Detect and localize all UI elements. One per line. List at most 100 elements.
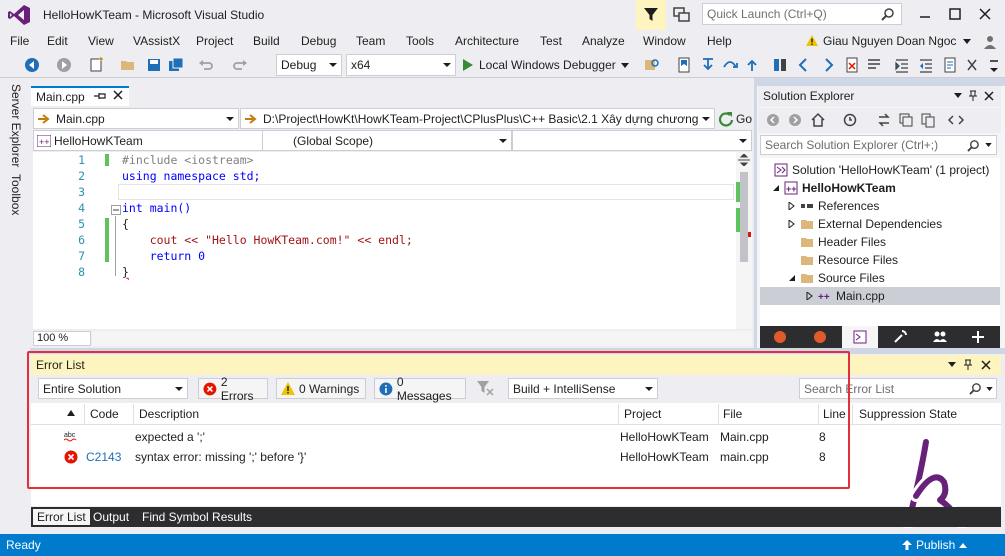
- menu-analyze[interactable]: Analyze: [582, 34, 625, 48]
- start-debugging-button[interactable]: Local Windows Debugger: [462, 56, 629, 74]
- expanded-arrow-icon[interactable]: [772, 184, 780, 192]
- tree-item-references[interactable]: References: [788, 199, 879, 213]
- step-over-icon[interactable]: [722, 57, 738, 73]
- menu-edit[interactable]: Edit: [47, 34, 68, 48]
- collapsed-arrow-icon[interactable]: [806, 292, 814, 300]
- navigate-back-icon[interactable]: [24, 57, 40, 73]
- step-into-icon[interactable]: [700, 57, 716, 73]
- tree-item-main-cpp[interactable]: ++ Main.cpp: [806, 289, 885, 303]
- solution-explorer-tab-active[interactable]: [842, 326, 878, 348]
- solution-platform-dropdown[interactable]: x64: [346, 54, 456, 76]
- path-navigation-dropdown[interactable]: D:\Project\HowKt\HowKTeam-Project\CPlusP…: [240, 108, 715, 129]
- tree-item-source-files[interactable]: Source Files: [788, 271, 885, 285]
- view-code-icon[interactable]: [948, 112, 964, 128]
- format-document-icon[interactable]: [942, 57, 958, 73]
- history-icon[interactable]: [842, 112, 858, 128]
- global-scope-dropdown[interactable]: (Global Scope): [262, 130, 512, 151]
- close-icon[interactable]: [981, 360, 991, 370]
- tab-find-symbol-results[interactable]: Find Symbol Results: [138, 509, 256, 525]
- solution-explorer-search-input[interactable]: Search Solution Explorer (Ctrl+;): [760, 135, 997, 155]
- menu-debug[interactable]: Debug: [301, 34, 336, 48]
- menu-view[interactable]: View: [88, 34, 114, 48]
- collapse-outline-icon[interactable]: [111, 205, 121, 215]
- chevron-down-icon[interactable]: [948, 362, 956, 367]
- menu-project[interactable]: Project: [196, 34, 233, 48]
- tree-item-external-dependencies[interactable]: External Dependencies: [788, 217, 942, 231]
- attach-icon[interactable]: [964, 57, 980, 73]
- tree-item-header-files[interactable]: Header Files: [800, 235, 886, 249]
- menu-test[interactable]: Test: [540, 34, 562, 48]
- next-bookmark-icon[interactable]: [820, 57, 836, 73]
- show-all-files-icon[interactable]: [920, 112, 936, 128]
- menu-vassistx[interactable]: VAssistX: [133, 34, 180, 48]
- editor-vertical-scrollbar[interactable]: [736, 152, 752, 329]
- minimize-icon[interactable]: [915, 4, 935, 24]
- menu-help[interactable]: Help: [707, 34, 732, 48]
- bookmark-icon[interactable]: [676, 57, 692, 73]
- tree-item-resource-files[interactable]: Resource Files: [800, 253, 898, 267]
- open-folder-icon[interactable]: [120, 57, 136, 73]
- chevron-down-icon[interactable]: [963, 39, 971, 44]
- clear-bookmarks-icon[interactable]: [844, 57, 860, 73]
- user-account-name[interactable]: Giau Nguyen Doan Ngoc: [823, 34, 956, 48]
- outdent-icon[interactable]: [918, 57, 934, 73]
- comment-out-icon[interactable]: [866, 57, 882, 73]
- toggle-bookmark-icon[interactable]: [772, 57, 788, 73]
- pin-icon[interactable]: [93, 91, 107, 101]
- column-header-suppression-state[interactable]: Suppression State: [859, 407, 957, 421]
- go-button[interactable]: Go: [716, 108, 752, 129]
- menu-tools[interactable]: Tools: [406, 34, 434, 48]
- save-all-icon[interactable]: [168, 57, 184, 73]
- close-icon[interactable]: [984, 91, 994, 101]
- close-icon[interactable]: [112, 88, 124, 102]
- file-navigation-dropdown[interactable]: Main.cpp: [33, 108, 239, 129]
- toolbar-overflow-icon[interactable]: [986, 57, 1002, 73]
- step-out-icon[interactable]: [744, 57, 760, 73]
- member-dropdown[interactable]: [512, 130, 752, 151]
- publish-button[interactable]: Publish: [902, 538, 968, 552]
- collapse-all-icon[interactable]: [898, 112, 914, 128]
- solution-configuration-dropdown[interactable]: Debug: [276, 54, 342, 76]
- team-explorer-icon[interactable]: [772, 329, 788, 345]
- maximize-icon[interactable]: [945, 4, 965, 24]
- menu-file[interactable]: File: [10, 34, 29, 48]
- forward-icon[interactable]: [788, 113, 802, 127]
- save-icon[interactable]: [146, 57, 162, 73]
- zoom-level-dropdown[interactable]: 100 %: [33, 331, 91, 346]
- find-in-files-icon[interactable]: [644, 57, 660, 73]
- split-window-icon[interactable]: [738, 154, 750, 166]
- class-view-icon[interactable]: [970, 329, 986, 345]
- pin-icon[interactable]: [968, 90, 978, 102]
- scroll-thumb[interactable]: [740, 172, 748, 262]
- close-icon[interactable]: [975, 4, 995, 24]
- editor-horizontal-scrollbar[interactable]: [92, 331, 752, 346]
- menu-architecture[interactable]: Architecture: [455, 34, 519, 48]
- menu-window[interactable]: Window: [643, 34, 686, 48]
- feedback-icon[interactable]: [672, 6, 692, 24]
- undo-icon[interactable]: [198, 57, 214, 73]
- collapsed-arrow-icon[interactable]: [788, 220, 796, 228]
- properties-icon[interactable]: [812, 329, 828, 345]
- tree-item-solution[interactable]: Solution 'HelloHowKTeam' (1 project): [774, 163, 989, 177]
- tab-error-list[interactable]: Error List: [33, 509, 90, 525]
- menu-team[interactable]: Team: [356, 34, 385, 48]
- sync-icon[interactable]: [876, 112, 892, 128]
- team-icon[interactable]: [932, 329, 948, 345]
- pin-icon[interactable]: [963, 359, 973, 371]
- tree-item-project[interactable]: ++ HelloHowKTeam: [772, 181, 896, 195]
- new-project-icon[interactable]: [88, 57, 104, 73]
- server-explorer-tab[interactable]: Server Explorer: [9, 84, 23, 167]
- collapsed-arrow-icon[interactable]: [788, 202, 796, 210]
- chevron-down-icon[interactable]: [986, 387, 993, 391]
- back-icon[interactable]: [766, 113, 780, 127]
- indent-icon[interactable]: [894, 57, 910, 73]
- tab-output[interactable]: Output: [89, 509, 133, 525]
- redo-icon[interactable]: [232, 57, 248, 73]
- menu-build[interactable]: Build: [253, 34, 280, 48]
- chevron-down-icon[interactable]: [954, 93, 962, 98]
- chevron-down-icon[interactable]: [985, 143, 992, 147]
- wrench-icon[interactable]: [892, 329, 908, 345]
- notifications-filter-button[interactable]: [636, 0, 666, 30]
- navigate-forward-icon[interactable]: [56, 57, 72, 73]
- quick-launch-input[interactable]: Quick Launch (Ctrl+Q): [702, 3, 902, 25]
